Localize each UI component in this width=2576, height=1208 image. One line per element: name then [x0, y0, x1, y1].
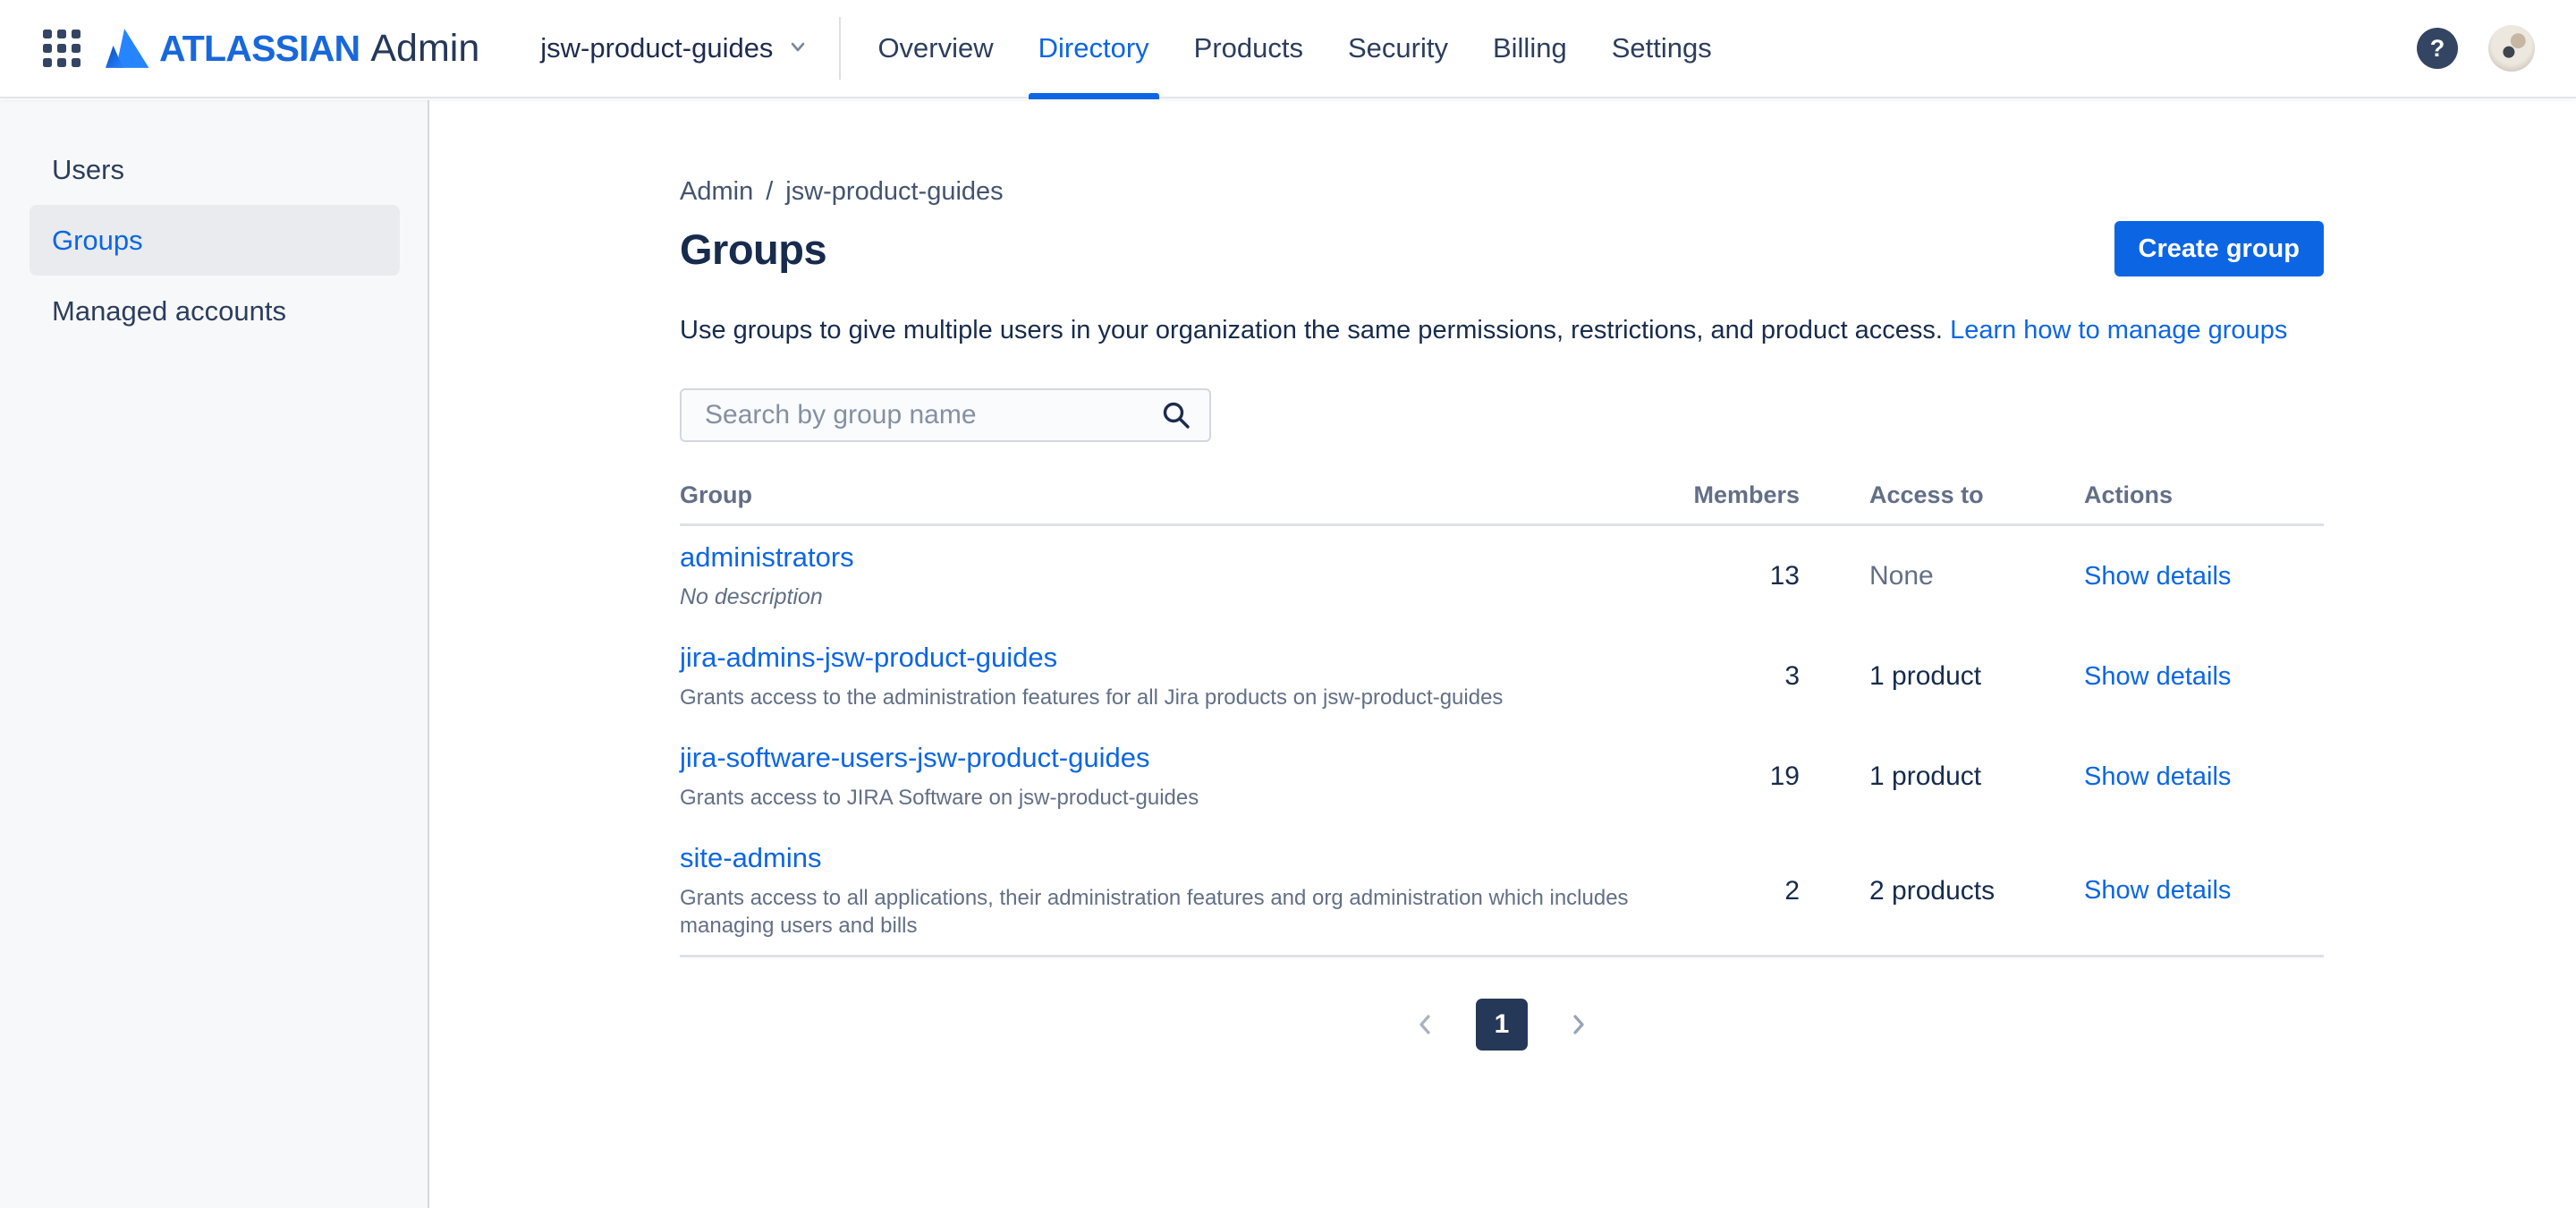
- sidebar-item-groups[interactable]: Groups: [30, 205, 400, 276]
- column-header-group: Group: [680, 481, 752, 508]
- group-description: Grants access to JIRA Software on jsw-pr…: [680, 786, 1199, 810]
- members-count: 2: [1784, 875, 1800, 906]
- atlassian-logo-icon: [106, 27, 150, 70]
- access-to-value: 2 products: [1869, 875, 1996, 906]
- members-count: 13: [1769, 561, 1800, 591]
- table-row: administrators No description 13 None Sh…: [680, 526, 2324, 626]
- previous-page-icon[interactable]: [1406, 1005, 1445, 1044]
- members-count: 3: [1784, 661, 1800, 691]
- main-area: Admin / jsw-product-guides Groups Create…: [431, 100, 2576, 1208]
- org-switcher-label: jsw-product-guides: [540, 32, 774, 64]
- tab-settings[interactable]: Settings: [1589, 0, 1734, 98]
- top-bar: ATLASSIAN Admin jsw-product-guides Overv…: [0, 0, 2576, 99]
- table-header-row: Group Members Access to Actions: [680, 481, 2324, 526]
- brand-product: Admin: [370, 26, 480, 70]
- tab-directory[interactable]: Directory: [1016, 0, 1172, 99]
- tab-billing[interactable]: Billing: [1470, 0, 1589, 98]
- access-to-value: 1 product: [1869, 661, 1982, 691]
- group-name-link[interactable]: site-admins: [680, 842, 822, 874]
- sidebar-item-managed-accounts[interactable]: Managed accounts: [30, 276, 400, 346]
- access-to-value: None: [1869, 561, 1934, 591]
- column-header-access: Access to: [1869, 481, 1984, 508]
- members-count: 19: [1769, 761, 1800, 791]
- sidebar-item-users[interactable]: Users: [30, 134, 400, 205]
- chevron-down-icon: [787, 36, 809, 62]
- search-icon: [1161, 400, 1191, 435]
- table-row: jira-software-users-jsw-product-guides G…: [680, 727, 2324, 827]
- show-details-link[interactable]: Show details: [2084, 876, 2231, 905]
- page-title: Groups: [680, 225, 827, 273]
- breadcrumb: Admin / jsw-product-guides: [680, 177, 2324, 207]
- question-mark-glyph: ?: [2429, 34, 2445, 62]
- pagination: 1: [680, 999, 2324, 1051]
- help-icon[interactable]: ?: [2417, 28, 2458, 69]
- group-name-link[interactable]: jira-software-users-jsw-product-guides: [680, 742, 1149, 774]
- top-navigation: Overview Directory Products Security Bil…: [855, 0, 1734, 99]
- groups-table: Group Members Access to Actions administ…: [680, 481, 2324, 957]
- show-details-link[interactable]: Show details: [2084, 762, 2231, 791]
- group-name-link[interactable]: administrators: [680, 541, 854, 574]
- current-page-button[interactable]: 1: [1476, 999, 1528, 1051]
- breadcrumb-separator: /: [766, 177, 774, 206]
- app-switcher-icon[interactable]: [41, 28, 82, 69]
- user-avatar[interactable]: [2488, 25, 2535, 72]
- group-description: No description: [680, 584, 823, 609]
- group-description: Grants access to the administration feat…: [680, 685, 1504, 710]
- access-to-value: 1 product: [1869, 761, 1982, 791]
- sidebar: Users Groups Managed accounts: [0, 100, 429, 1208]
- group-search: [680, 388, 1211, 442]
- topbar-divider: [839, 17, 842, 80]
- show-details-link[interactable]: Show details: [2084, 662, 2231, 691]
- page-description: Use groups to give multiple users in you…: [680, 316, 2324, 345]
- org-switcher[interactable]: jsw-product-guides: [540, 32, 809, 64]
- brand-wordmark: ATLASSIAN: [159, 27, 360, 69]
- tab-security[interactable]: Security: [1326, 0, 1470, 98]
- learn-how-link[interactable]: Learn how to manage groups: [1950, 316, 2287, 345]
- page-description-text: Use groups to give multiple users in you…: [680, 316, 1943, 345]
- column-header-actions: Actions: [2084, 481, 2174, 508]
- next-page-icon[interactable]: [1558, 1005, 1597, 1044]
- show-details-link[interactable]: Show details: [2084, 562, 2231, 591]
- tab-overview[interactable]: Overview: [855, 0, 1015, 98]
- column-header-members: Members: [1693, 481, 1800, 508]
- breadcrumb-org[interactable]: jsw-product-guides: [785, 177, 1003, 207]
- table-row: site-admins Grants access to all applica…: [680, 827, 2324, 955]
- search-input[interactable]: [680, 388, 1211, 442]
- create-group-button[interactable]: Create group: [2114, 221, 2324, 276]
- breadcrumb-admin[interactable]: Admin: [680, 177, 753, 207]
- table-row: jira-admins-jsw-product-guides Grants ac…: [680, 626, 2324, 727]
- group-name-link[interactable]: jira-admins-jsw-product-guides: [680, 642, 1057, 674]
- group-description: Grants access to all applications, their…: [680, 886, 1629, 938]
- tab-products[interactable]: Products: [1172, 0, 1326, 98]
